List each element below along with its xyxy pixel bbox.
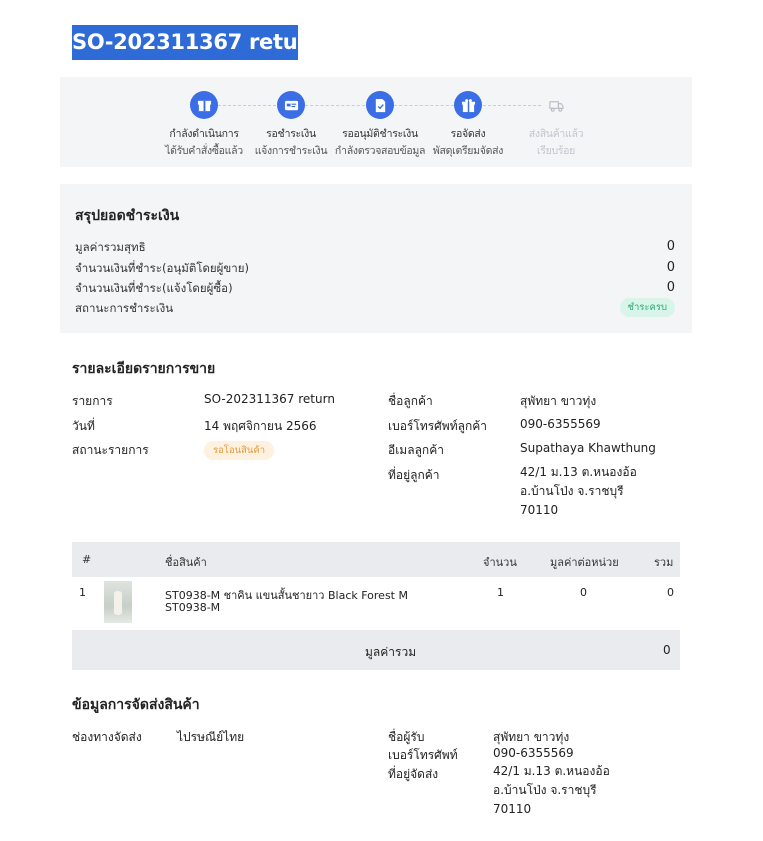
item-label: รายการ <box>72 394 113 408</box>
shipping-channel-value: ไปรษณีย์ไทย <box>177 730 245 744</box>
customer-name-label: ชื่อลูกค้า <box>388 394 433 408</box>
table-header: # ชื่อสินค้า จำนวน มูลค่าต่อหน่วย รวม <box>72 542 680 577</box>
payment-row-value: 0 <box>666 239 675 254</box>
payment-row-value: 0 <box>666 260 675 275</box>
shipping-title: ข้อมูลการจัดส่งสินค้า <box>72 697 200 713</box>
payment-row-reported-amount: จำนวนเงินที่ชำระ(แจ้งโดยผู้ซื้อ) 0 <box>75 280 675 298</box>
shipping-address-label: ที่อยู่จัดส่ง <box>388 767 439 781</box>
address-line: อ.บ้านโป่ง จ.ราชบุรี <box>520 484 624 498</box>
address-line: 42/1 ม.13 ต.หนองอ้อ <box>493 764 610 778</box>
col-header-total: รวม <box>654 556 674 569</box>
order-status-label: สถานะรายการ <box>72 443 149 457</box>
row-number: 1 <box>79 586 86 599</box>
document-check-icon <box>366 91 394 119</box>
step-delivered: ส่งสินค้าแล้ว เรียบร้อย <box>501 91 611 159</box>
customer-phone-value: 090-6355569 <box>520 417 601 431</box>
truck-icon <box>542 91 570 119</box>
step-label: ส่งสินค้าแล้ว <box>528 128 584 140</box>
order-progress-stepper: กำลังดำเนินการ ได้รับคำสั่งซื้อแล้ว รอชำ… <box>60 77 692 167</box>
customer-address-value: 42/1 ม.13 ต.หนองอ้อ อ.บ้านโป่ง จ.ราชบุรี… <box>520 463 637 520</box>
product-sku: ST0938-M <box>165 601 221 614</box>
customer-email-label: อีเมลลูกค้า <box>388 443 444 457</box>
step-sublabel: เรียบร้อย <box>536 145 576 157</box>
gift-box-icon <box>454 91 482 119</box>
status-badge: ชำระครบ <box>619 298 675 317</box>
col-header-qty: จำนวน <box>483 556 517 569</box>
payment-row-label: มูลค่ารวมสุทธิ <box>75 240 146 254</box>
receiver-phone-value: 090-6355569 <box>493 746 574 760</box>
item-value: SO-202311367 return <box>204 392 335 406</box>
address-line: 70110 <box>493 802 532 816</box>
payment-row-label: จำนวนเงินที่ชำระ(อนุมัติโดยผู้ขาย) <box>75 261 249 275</box>
card-icon <box>277 91 305 119</box>
grand-total-label: มูลค่ารวม <box>365 645 417 659</box>
customer-name-value: สุพัทยา ขาวทุ่ง <box>520 394 597 408</box>
address-line: 42/1 ม.13 ต.หนองอ้อ <box>520 465 637 479</box>
shipping-address-value: 42/1 ม.13 ต.หนองอ้อ อ.บ้านโป่ง จ.ราชบุรี… <box>493 762 610 819</box>
payment-summary-panel: สรุปยอดชำระเงิน มูลค่ารวมสุทธิ 0 จำนวนเง… <box>60 184 692 333</box>
receiver-phone-label: เบอร์โทรศัพท์ <box>388 748 458 762</box>
date-value: 14 พฤศจิกายน 2566 <box>204 419 317 433</box>
product-thumbnail[interactable] <box>104 581 132 623</box>
row-qty: 1 <box>497 586 504 599</box>
receiver-name-value: สุพัทยา ขาวทุ่ง <box>493 730 570 744</box>
payment-summary-title: สรุปยอดชำระเงิน <box>75 208 180 224</box>
col-header-number: # <box>82 553 92 566</box>
address-line: อ.บ้านโป่ง จ.ราชบุรี <box>493 783 597 797</box>
customer-address-label: ที่อยู่ลูกค้า <box>388 468 440 482</box>
items-table: # ชื่อสินค้า จำนวน มูลค่าต่อหน่วย รวม 1 … <box>72 542 680 670</box>
shipping-channel-label: ช่องทางจัดส่ง <box>72 730 142 744</box>
status-badge: รอโอนสินค้า <box>204 441 275 460</box>
row-unit-price: 0 <box>580 586 587 599</box>
customer-email-value: Supathaya Khawthung <box>520 441 656 455</box>
address-line: 70110 <box>520 503 559 517</box>
payment-status-row: สถานะการชำระเงิน ชำระครบ <box>75 298 675 318</box>
page-title: SO-202311367 return <box>72 25 298 60</box>
payment-row-approved-amount: จำนวนเงินที่ชำระ(อนุมัติโดยผู้ขาย) 0 <box>75 260 675 278</box>
table-row: 1 ST0938-M ชาคิน แขนสั้นชายาว Black Fore… <box>72 577 680 630</box>
sale-details-title: รายละเอียดรายการขาย <box>72 361 216 377</box>
payment-row-net-total: มูลค่ารวมสุทธิ 0 <box>75 239 675 257</box>
payment-row-value: 0 <box>666 280 675 295</box>
col-header-name: ชื่อสินค้า <box>165 556 207 569</box>
grand-total-value: 0 <box>663 643 671 657</box>
payment-status-label: สถานะการชำระเงิน <box>75 301 174 315</box>
box-icon <box>190 91 218 119</box>
col-header-unit-price: มูลค่าต่อหน่วย <box>550 556 619 569</box>
date-label: วันที่ <box>72 419 95 433</box>
receiver-name-label: ชื่อผู้รับ <box>388 730 425 744</box>
table-footer: มูลค่ารวม 0 <box>72 630 680 670</box>
customer-phone-label: เบอร์โทรศัพท์ลูกค้า <box>388 419 487 433</box>
row-total: 0 <box>667 586 674 599</box>
payment-row-label: จำนวนเงินที่ชำระ(แจ้งโดยผู้ซื้อ) <box>75 281 233 295</box>
